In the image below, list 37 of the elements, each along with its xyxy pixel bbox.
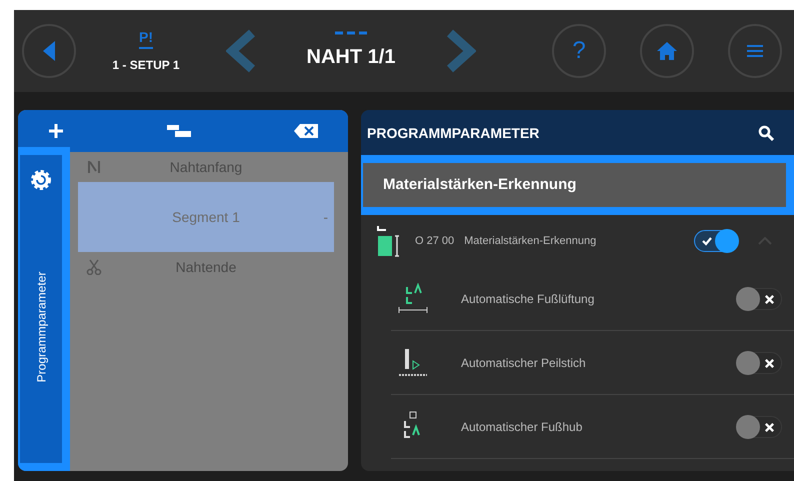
close-icon xyxy=(764,422,775,432)
toggle-switch[interactable] xyxy=(738,352,782,374)
side-tab[interactable]: Programmparameter xyxy=(18,147,70,471)
scissors-icon xyxy=(86,259,102,275)
parameter-label: Materialstärken-Erkennung xyxy=(464,234,596,249)
parameter-label: Automatischer Fußhub xyxy=(461,418,582,434)
home-icon xyxy=(656,41,678,61)
check-icon xyxy=(701,235,713,247)
previous-icon xyxy=(226,29,256,73)
back-button[interactable] xyxy=(22,24,76,78)
close-icon xyxy=(764,294,775,304)
gear-icon xyxy=(30,169,52,191)
back-icon xyxy=(41,39,57,63)
toggle-switch[interactable] xyxy=(738,288,782,310)
dash-indicator-icon xyxy=(335,31,367,35)
add-icon[interactable] xyxy=(48,123,64,139)
program-badge: P! xyxy=(139,29,153,49)
menu-icon xyxy=(747,44,763,58)
parameter-code: O 27 00 xyxy=(415,234,454,249)
help-button[interactable]: ? xyxy=(552,24,606,78)
close-icon xyxy=(764,358,775,368)
next-icon xyxy=(446,29,476,73)
seam-title: NAHT 1/1 xyxy=(306,45,396,70)
program-name: 1 - SETUP 1 xyxy=(112,56,180,73)
split-icon[interactable] xyxy=(167,125,191,137)
toggle-switch[interactable] xyxy=(694,230,738,252)
trailing-text: - xyxy=(323,208,328,227)
search-icon[interactable] xyxy=(758,124,774,140)
seam-list-item[interactable]: Segment 1 - xyxy=(78,182,334,252)
delete-icon[interactable] xyxy=(294,124,318,138)
home-button[interactable] xyxy=(640,24,694,78)
toggle-switch[interactable] xyxy=(738,416,782,438)
menu-button[interactable] xyxy=(728,24,782,78)
group-header[interactable]: Materialstärken-Erkennung xyxy=(361,155,794,215)
parameter-label: Automatische Fußlüftung xyxy=(461,290,594,306)
panel-title: PROGRAMMPARAMETER xyxy=(367,124,540,142)
parameter-label: Automatischer Peilstich xyxy=(461,354,586,370)
